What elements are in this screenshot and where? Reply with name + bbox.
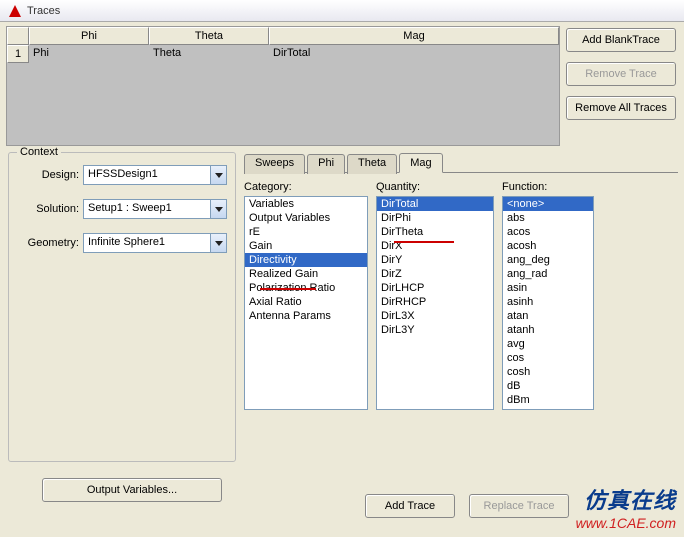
- tab-mag[interactable]: Mag: [399, 153, 442, 173]
- add-blank-trace-button[interactable]: Add BlankTrace: [566, 28, 676, 52]
- row-number[interactable]: 1: [7, 45, 29, 63]
- list-item[interactable]: Directivity: [245, 253, 367, 267]
- traces-grid-area: Phi Theta Mag 1 Phi Theta DirTotal: [6, 26, 560, 146]
- remove-trace-button[interactable]: Remove Trace: [566, 62, 676, 86]
- quantity-label: Quantity:: [376, 181, 494, 193]
- list-item[interactable]: Variables: [245, 197, 367, 211]
- right-panel: Sweeps Phi Theta Mag Category: Variables…: [244, 152, 678, 462]
- add-trace-button[interactable]: Add Trace: [365, 494, 455, 518]
- row-mag[interactable]: DirTotal: [269, 45, 559, 63]
- quantity-listbox[interactable]: DirTotalDirPhiDirThetaDirXDirYDirZDirLHC…: [376, 196, 494, 410]
- chevron-down-icon[interactable]: [210, 166, 226, 184]
- list-item[interactable]: DirL3Y: [377, 323, 493, 337]
- side-buttons: Add BlankTrace Remove Trace Remove All T…: [566, 26, 678, 146]
- solution-label: Solution:: [17, 203, 79, 215]
- list-item[interactable]: Gain: [245, 239, 367, 253]
- remove-all-traces-button[interactable]: Remove All Traces: [566, 96, 676, 120]
- context-group: Context Design: HFSSDesign1 Solution: Se…: [8, 152, 236, 462]
- category-listbox[interactable]: VariablesOutput VariablesrEGainDirectivi…: [244, 196, 368, 410]
- watermark-line2: www.1CAE.com: [576, 515, 676, 531]
- list-item[interactable]: DirTheta: [377, 225, 493, 239]
- grid-header-theta[interactable]: Theta: [149, 27, 269, 45]
- geometry-label: Geometry:: [17, 237, 79, 249]
- design-label: Design:: [17, 169, 79, 181]
- function-listbox[interactable]: <none>absacosacoshang_degang_radasinasin…: [502, 196, 594, 410]
- list-item[interactable]: acos: [503, 225, 593, 239]
- replace-trace-button[interactable]: Replace Trace: [469, 494, 569, 518]
- watermark-line1: 仿真在线: [576, 483, 676, 515]
- list-item[interactable]: Axial Ratio: [245, 295, 367, 309]
- grid-empty-area: [7, 63, 559, 145]
- row-phi[interactable]: Phi: [29, 45, 149, 63]
- tab-sweeps[interactable]: Sweeps: [244, 154, 305, 174]
- grid-header-mag[interactable]: Mag: [269, 27, 559, 45]
- tab-theta[interactable]: Theta: [347, 154, 397, 174]
- list-item[interactable]: dBm: [503, 393, 593, 407]
- list-item[interactable]: dBW: [503, 407, 593, 410]
- watermark: 仿真在线 www.1CAE.com: [576, 483, 676, 531]
- table-row[interactable]: 1 Phi Theta DirTotal: [7, 45, 559, 63]
- output-variables-button[interactable]: Output Variables...: [42, 478, 222, 502]
- row-theta[interactable]: Theta: [149, 45, 269, 63]
- list-item[interactable]: avg: [503, 337, 593, 351]
- list-item[interactable]: DirY: [377, 253, 493, 267]
- list-item[interactable]: asin: [503, 281, 593, 295]
- design-combo[interactable]: HFSSDesign1: [83, 165, 227, 185]
- chevron-down-icon[interactable]: [210, 200, 226, 218]
- list-item[interactable]: asinh: [503, 295, 593, 309]
- chevron-down-icon[interactable]: [210, 234, 226, 252]
- traces-grid[interactable]: Phi Theta Mag 1 Phi Theta DirTotal: [6, 26, 560, 146]
- list-item[interactable]: Antenna Params: [245, 309, 367, 323]
- context-legend: Context: [17, 146, 61, 158]
- list-item[interactable]: DirL3X: [377, 309, 493, 323]
- category-label: Category:: [244, 181, 368, 193]
- geometry-combo[interactable]: Infinite Sphere1: [83, 233, 227, 253]
- window-title: Traces: [27, 5, 60, 17]
- list-item[interactable]: DirRHCP: [377, 295, 493, 309]
- design-value: HFSSDesign1: [84, 166, 210, 184]
- tab-bar: Sweeps Phi Theta Mag: [244, 152, 678, 173]
- list-item[interactable]: cosh: [503, 365, 593, 379]
- function-label: Function:: [502, 181, 594, 193]
- list-item[interactable]: DirLHCP: [377, 281, 493, 295]
- list-item[interactable]: cos: [503, 351, 593, 365]
- list-item[interactable]: atan: [503, 309, 593, 323]
- list-item[interactable]: abs: [503, 211, 593, 225]
- list-item[interactable]: atanh: [503, 323, 593, 337]
- list-item[interactable]: ang_rad: [503, 267, 593, 281]
- titlebar: Traces: [0, 0, 684, 22]
- annotation-mark: [394, 241, 454, 243]
- list-item[interactable]: DirTotal: [377, 197, 493, 211]
- grid-header: Phi Theta Mag: [7, 27, 559, 45]
- solution-value: Setup1 : Sweep1: [84, 200, 210, 218]
- solution-combo[interactable]: Setup1 : Sweep1: [83, 199, 227, 219]
- annotation-mark: [260, 288, 316, 290]
- list-item[interactable]: Realized Gain: [245, 267, 367, 281]
- list-item[interactable]: DirZ: [377, 267, 493, 281]
- grid-header-phi[interactable]: Phi: [29, 27, 149, 45]
- list-item[interactable]: DirPhi: [377, 211, 493, 225]
- tab-phi[interactable]: Phi: [307, 154, 345, 174]
- geometry-value: Infinite Sphere1: [84, 234, 210, 252]
- app-icon: [8, 4, 22, 18]
- list-item[interactable]: rE: [245, 225, 367, 239]
- grid-header-rownum[interactable]: [7, 27, 29, 45]
- list-item[interactable]: acosh: [503, 239, 593, 253]
- list-item[interactable]: Output Variables: [245, 211, 367, 225]
- list-item[interactable]: dB: [503, 379, 593, 393]
- list-item[interactable]: <none>: [503, 197, 593, 211]
- list-item[interactable]: ang_deg: [503, 253, 593, 267]
